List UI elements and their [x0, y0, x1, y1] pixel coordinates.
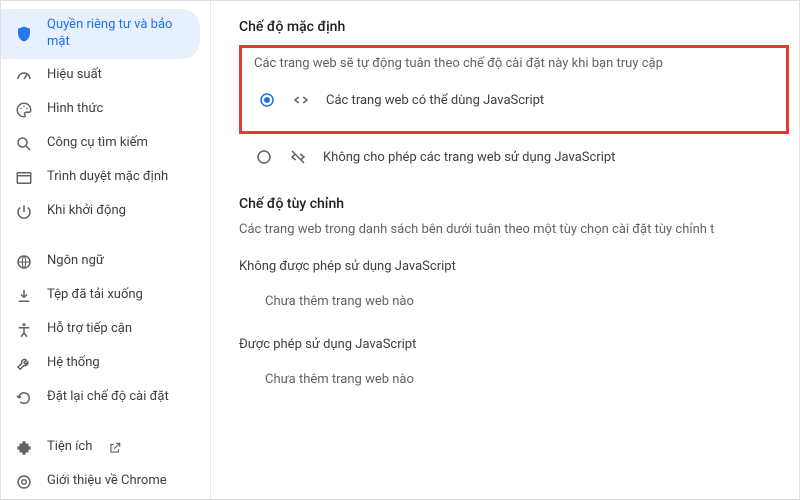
external-link-icon: [108, 441, 122, 455]
code-icon: [292, 91, 310, 109]
sidebar-item-reset-settings[interactable]: Đặt lại chế độ cài đặt: [1, 381, 200, 415]
sidebar-item-label: Giới thiệu về Chrome: [47, 473, 167, 490]
speedometer-icon: [15, 67, 33, 85]
sidebar-item-appearance[interactable]: Hình thức: [1, 93, 200, 127]
sidebar-item-label: Khi khởi động: [47, 203, 126, 220]
globe-icon: [15, 253, 33, 271]
sidebar-item-extensions[interactable]: Tiện ích: [1, 431, 200, 465]
allowed-sites-empty: Chưa thêm trang web nào: [239, 358, 789, 393]
sidebar-item-performance[interactable]: Hiệu suất: [1, 59, 200, 93]
sidebar-item-label: Công cụ tìm kiếm: [47, 135, 148, 152]
default-behavior-title: Chế độ mặc định: [239, 19, 789, 35]
custom-behavior-description: Các trang web trong danh sách bên dưới t…: [239, 222, 789, 237]
blocked-sites-empty: Chưa thêm trang web nào: [239, 280, 789, 315]
power-icon: [15, 203, 33, 221]
accessibility-icon: [15, 321, 33, 339]
annotation-highlight-box: Các trang web sẽ tự động tuân theo chế đ…: [239, 45, 789, 134]
default-behavior-description: Các trang web sẽ tự động tuân theo chế đ…: [254, 56, 774, 71]
sidebar-item-label: Trình duyệt mặc định: [47, 169, 168, 186]
settings-window: Quyền riêng tư và bảo mật Hiệu suất Hình…: [0, 0, 800, 500]
extension-icon: [15, 439, 33, 457]
sidebar-item-label: Hiệu suất: [47, 67, 102, 84]
reset-icon: [15, 389, 33, 407]
sidebar-item-search-engine[interactable]: Công cụ tìm kiếm: [1, 127, 200, 161]
sidebar-item-label: Hình thức: [47, 101, 103, 118]
radio-button-selected-icon: [258, 91, 276, 109]
sidebar-item-label: Tệp đã tải xuống: [47, 287, 143, 304]
shield-icon: [15, 25, 33, 43]
custom-behavior-title: Chế độ tùy chỉnh: [239, 196, 789, 212]
sidebar-item-default-browser[interactable]: Trình duyệt mặc định: [1, 161, 200, 195]
radio-allow-javascript[interactable]: Các trang web có thể dùng JavaScript: [254, 85, 774, 115]
sidebar-item-label: Hỗ trợ tiếp cận: [47, 321, 132, 338]
radio-label: Không cho phép các trang web sử dụng Jav…: [323, 150, 615, 165]
search-icon: [15, 135, 33, 153]
sidebar-item-downloads[interactable]: Tệp đã tải xuống: [1, 279, 200, 313]
sidebar-item-label: Hệ thống: [47, 355, 100, 372]
sidebar-item-label: Tiện ích: [47, 439, 92, 456]
download-icon: [15, 287, 33, 305]
settings-sidebar: Quyền riêng tư và bảo mật Hiệu suất Hình…: [1, 1, 211, 499]
radio-button-unselected-icon: [255, 148, 273, 166]
sidebar-item-label: Ngôn ngữ: [47, 253, 104, 270]
sidebar-item-label: Đặt lại chế độ cài đặt: [47, 389, 169, 406]
radio-block-javascript[interactable]: Không cho phép các trang web sử dụng Jav…: [239, 142, 789, 172]
sidebar-item-accessibility[interactable]: Hỗ trợ tiếp cận: [1, 313, 200, 347]
radio-label: Các trang web có thể dùng JavaScript: [326, 93, 544, 108]
settings-content: Chế độ mặc định Các trang web sẽ tự động…: [211, 1, 799, 499]
allowed-sites-heading: Được phép sử dụng JavaScript: [239, 337, 789, 352]
sidebar-item-privacy-security[interactable]: Quyền riêng tư và bảo mật: [1, 9, 200, 59]
browser-window-icon: [15, 169, 33, 187]
chrome-icon: [15, 473, 33, 491]
sidebar-item-system[interactable]: Hệ thống: [1, 347, 200, 381]
sidebar-item-languages[interactable]: Ngôn ngữ: [1, 245, 200, 279]
sidebar-item-on-startup[interactable]: Khi khởi động: [1, 195, 200, 229]
code-off-icon: [289, 148, 307, 166]
palette-icon: [15, 101, 33, 119]
wrench-icon: [15, 355, 33, 373]
sidebar-item-label: Quyền riêng tư và bảo mật: [47, 17, 186, 51]
blocked-sites-heading: Không được phép sử dụng JavaScript: [239, 259, 789, 274]
sidebar-item-about-chrome[interactable]: Giới thiệu về Chrome: [1, 465, 200, 499]
